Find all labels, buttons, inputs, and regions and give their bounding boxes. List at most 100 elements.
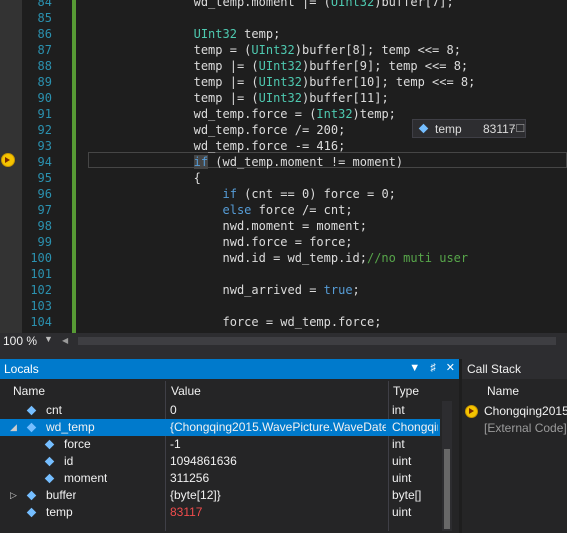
code-line[interactable]: temp |= (UInt32)buffer[9]; temp <<= 8; — [78, 58, 469, 74]
expand-arrow-icon[interactable]: ▷ — [10, 487, 17, 504]
variable-name: cnt — [46, 403, 63, 417]
code-token: UInt32 — [330, 0, 375, 9]
variable-value[interactable]: {Chongqing2015.WavePicture.WaveDate} — [170, 419, 386, 436]
variable-value[interactable]: {byte[12]} — [170, 487, 386, 504]
frame-label: Chongqing2015 — [484, 404, 567, 418]
line-number: 91 — [37, 107, 52, 121]
variable-name: moment — [64, 471, 108, 485]
code-token: )buffer[8]; temp <<= 8; — [294, 43, 461, 57]
code-token: )temp; — [352, 107, 396, 121]
code-line[interactable]: nwd.moment = moment; — [78, 218, 367, 234]
code-line[interactable]: if (cnt == 0) force = 0; — [78, 186, 396, 202]
locals-row-buffer[interactable]: ▷ buffer {byte[12]} byte[] — [0, 487, 440, 504]
code-text[interactable]: wd_temp.moment |= (UInt32)buffer[7]; UIn… — [78, 0, 559, 333]
code-line[interactable]: wd_temp.force -= 416; — [78, 138, 346, 154]
breakpoint-gutter[interactable] — [0, 0, 22, 333]
code-line[interactable]: nwd_arrived = true; — [78, 282, 359, 298]
line-number: 104 — [30, 315, 52, 329]
column-header-type[interactable]: Type — [393, 381, 419, 401]
variable-icon — [418, 123, 429, 134]
line-number: 99 — [37, 235, 52, 249]
code-token: true — [323, 283, 353, 297]
line-number: 95 — [37, 171, 52, 185]
variable-value[interactable]: 83117 — [170, 504, 386, 521]
locals-row-temp[interactable]: temp 83117 uint — [0, 504, 440, 521]
change-tracking-bar — [72, 0, 76, 333]
call-stack-title-bar[interactable]: Call Stack — [462, 359, 567, 379]
locals-row-force[interactable]: force -1 int — [0, 436, 440, 453]
variable-value[interactable]: 311256 — [170, 470, 386, 487]
locals-title-bar[interactable]: Locals ▼ ♯ ✕ — [0, 359, 459, 379]
code-token: UInt32 — [251, 43, 295, 57]
zoom-dropdown-icon[interactable]: ▼ — [44, 334, 53, 344]
code-token: UInt32 — [258, 59, 302, 73]
locals-row-moment[interactable]: moment 311256 uint — [0, 470, 440, 487]
code-line[interactable]: temp |= (UInt32)buffer[10]; temp <<= 8; — [78, 74, 476, 90]
code-line[interactable]: wd_temp.force /= 200; — [78, 122, 346, 138]
datatip-temp[interactable]: temp 83117 −☐ — [412, 119, 526, 138]
variable-value[interactable]: 0 — [170, 402, 386, 419]
code-line[interactable]: temp = (UInt32)buffer[8]; temp <<= 8; — [78, 42, 461, 58]
code-line[interactable]: nwd.force = force; — [78, 234, 352, 250]
pin-icon[interactable]: ♯ — [430, 362, 436, 374]
variable-name: temp — [46, 505, 73, 519]
code-line[interactable]: wd_temp.force = (Int32)temp; — [78, 106, 396, 122]
code-token: force = wd_temp.force; — [78, 315, 382, 329]
line-number: 92 — [37, 123, 52, 137]
scrollbar-thumb[interactable] — [444, 449, 450, 529]
code-line[interactable]: nwd.id = wd_temp.id;//no muti user — [78, 250, 468, 266]
call-stack-frame[interactable]: Chongqing2015 — [462, 403, 567, 420]
code-line[interactable]: temp |= (UInt32)buffer[11]; — [78, 90, 389, 106]
code-token: UInt32 — [258, 91, 302, 105]
column-header-value[interactable]: Value — [171, 381, 201, 401]
variable-value[interactable]: 1094861636 — [170, 453, 386, 470]
window-dropdown-icon[interactable]: ▼ — [409, 362, 420, 374]
code-token: nwd.moment = moment; — [78, 219, 367, 233]
line-number: 102 — [30, 283, 52, 297]
line-number: 103 — [30, 299, 52, 313]
collapse-arrow-icon[interactable]: ◢ — [10, 419, 17, 436]
locals-row-id[interactable]: id 1094861636 uint — [0, 453, 440, 470]
column-header-name[interactable]: Name — [487, 381, 519, 401]
variable-type: uint — [392, 505, 412, 519]
close-icon[interactable]: ✕ — [446, 362, 455, 374]
line-numbers: 84 85 86 87 88 89 90 91 92 93 94 95 96 97 98 99 100 101 10… — [22, 0, 60, 333]
code-line[interactable]: { — [78, 170, 201, 186]
variable-name: force — [64, 437, 91, 451]
datatip-name: temp — [435, 122, 462, 136]
line-number: 98 — [37, 219, 52, 233]
variable-type: Chongqing — [392, 420, 438, 434]
line-number: 84 — [37, 0, 52, 9]
panel-divider[interactable] — [0, 349, 567, 359]
line-number: 93 — [37, 139, 52, 153]
scroll-left-icon[interactable]: ◀ — [62, 336, 71, 345]
code-token: if — [193, 155, 209, 169]
code-line[interactable]: else force /= cnt; — [78, 202, 353, 218]
code-token: )buffer[9]; temp <<= 8; — [301, 59, 469, 73]
call-stack-frame[interactable]: [External Code] — [462, 420, 567, 437]
line-number: 88 — [37, 59, 52, 73]
code-token: )buffer[11]; — [301, 91, 389, 105]
code-token: nwd.id = wd_temp.id; — [78, 251, 367, 265]
variable-icon — [26, 490, 37, 501]
code-line[interactable]: wd_temp.moment |= (UInt32)buffer[7]; — [78, 0, 454, 10]
vertical-scrollbar[interactable] — [442, 401, 452, 531]
variable-value[interactable]: -1 — [170, 436, 386, 453]
code-line[interactable]: force = wd_temp.force; — [78, 314, 381, 330]
code-editor[interactable]: 84 85 86 87 88 89 90 91 92 93 94 95 96 97 98 99 100 101 10… — [0, 0, 567, 333]
code-line[interactable]: UInt32 temp; — [78, 26, 281, 42]
code-line[interactable]: if (wd_temp.moment != moment) — [78, 154, 403, 170]
locals-row-cnt[interactable]: cnt 0 int — [0, 402, 440, 419]
pin-icon[interactable]: −☐ — [509, 122, 525, 135]
code-token: temp = ( — [78, 43, 252, 57]
code-token: wd_temp.moment |= ( — [78, 0, 331, 9]
code-token: wd_temp.force -= 416; — [78, 139, 346, 153]
horizontal-scrollbar[interactable] — [78, 337, 556, 345]
locals-row-wd-temp[interactable]: ◢ wd_temp {Chongqing2015.WavePicture.WaveD… — [0, 419, 440, 436]
column-header-name[interactable]: Name — [13, 381, 45, 401]
variable-icon — [26, 422, 37, 433]
zoom-level[interactable]: 100 % — [3, 334, 37, 348]
